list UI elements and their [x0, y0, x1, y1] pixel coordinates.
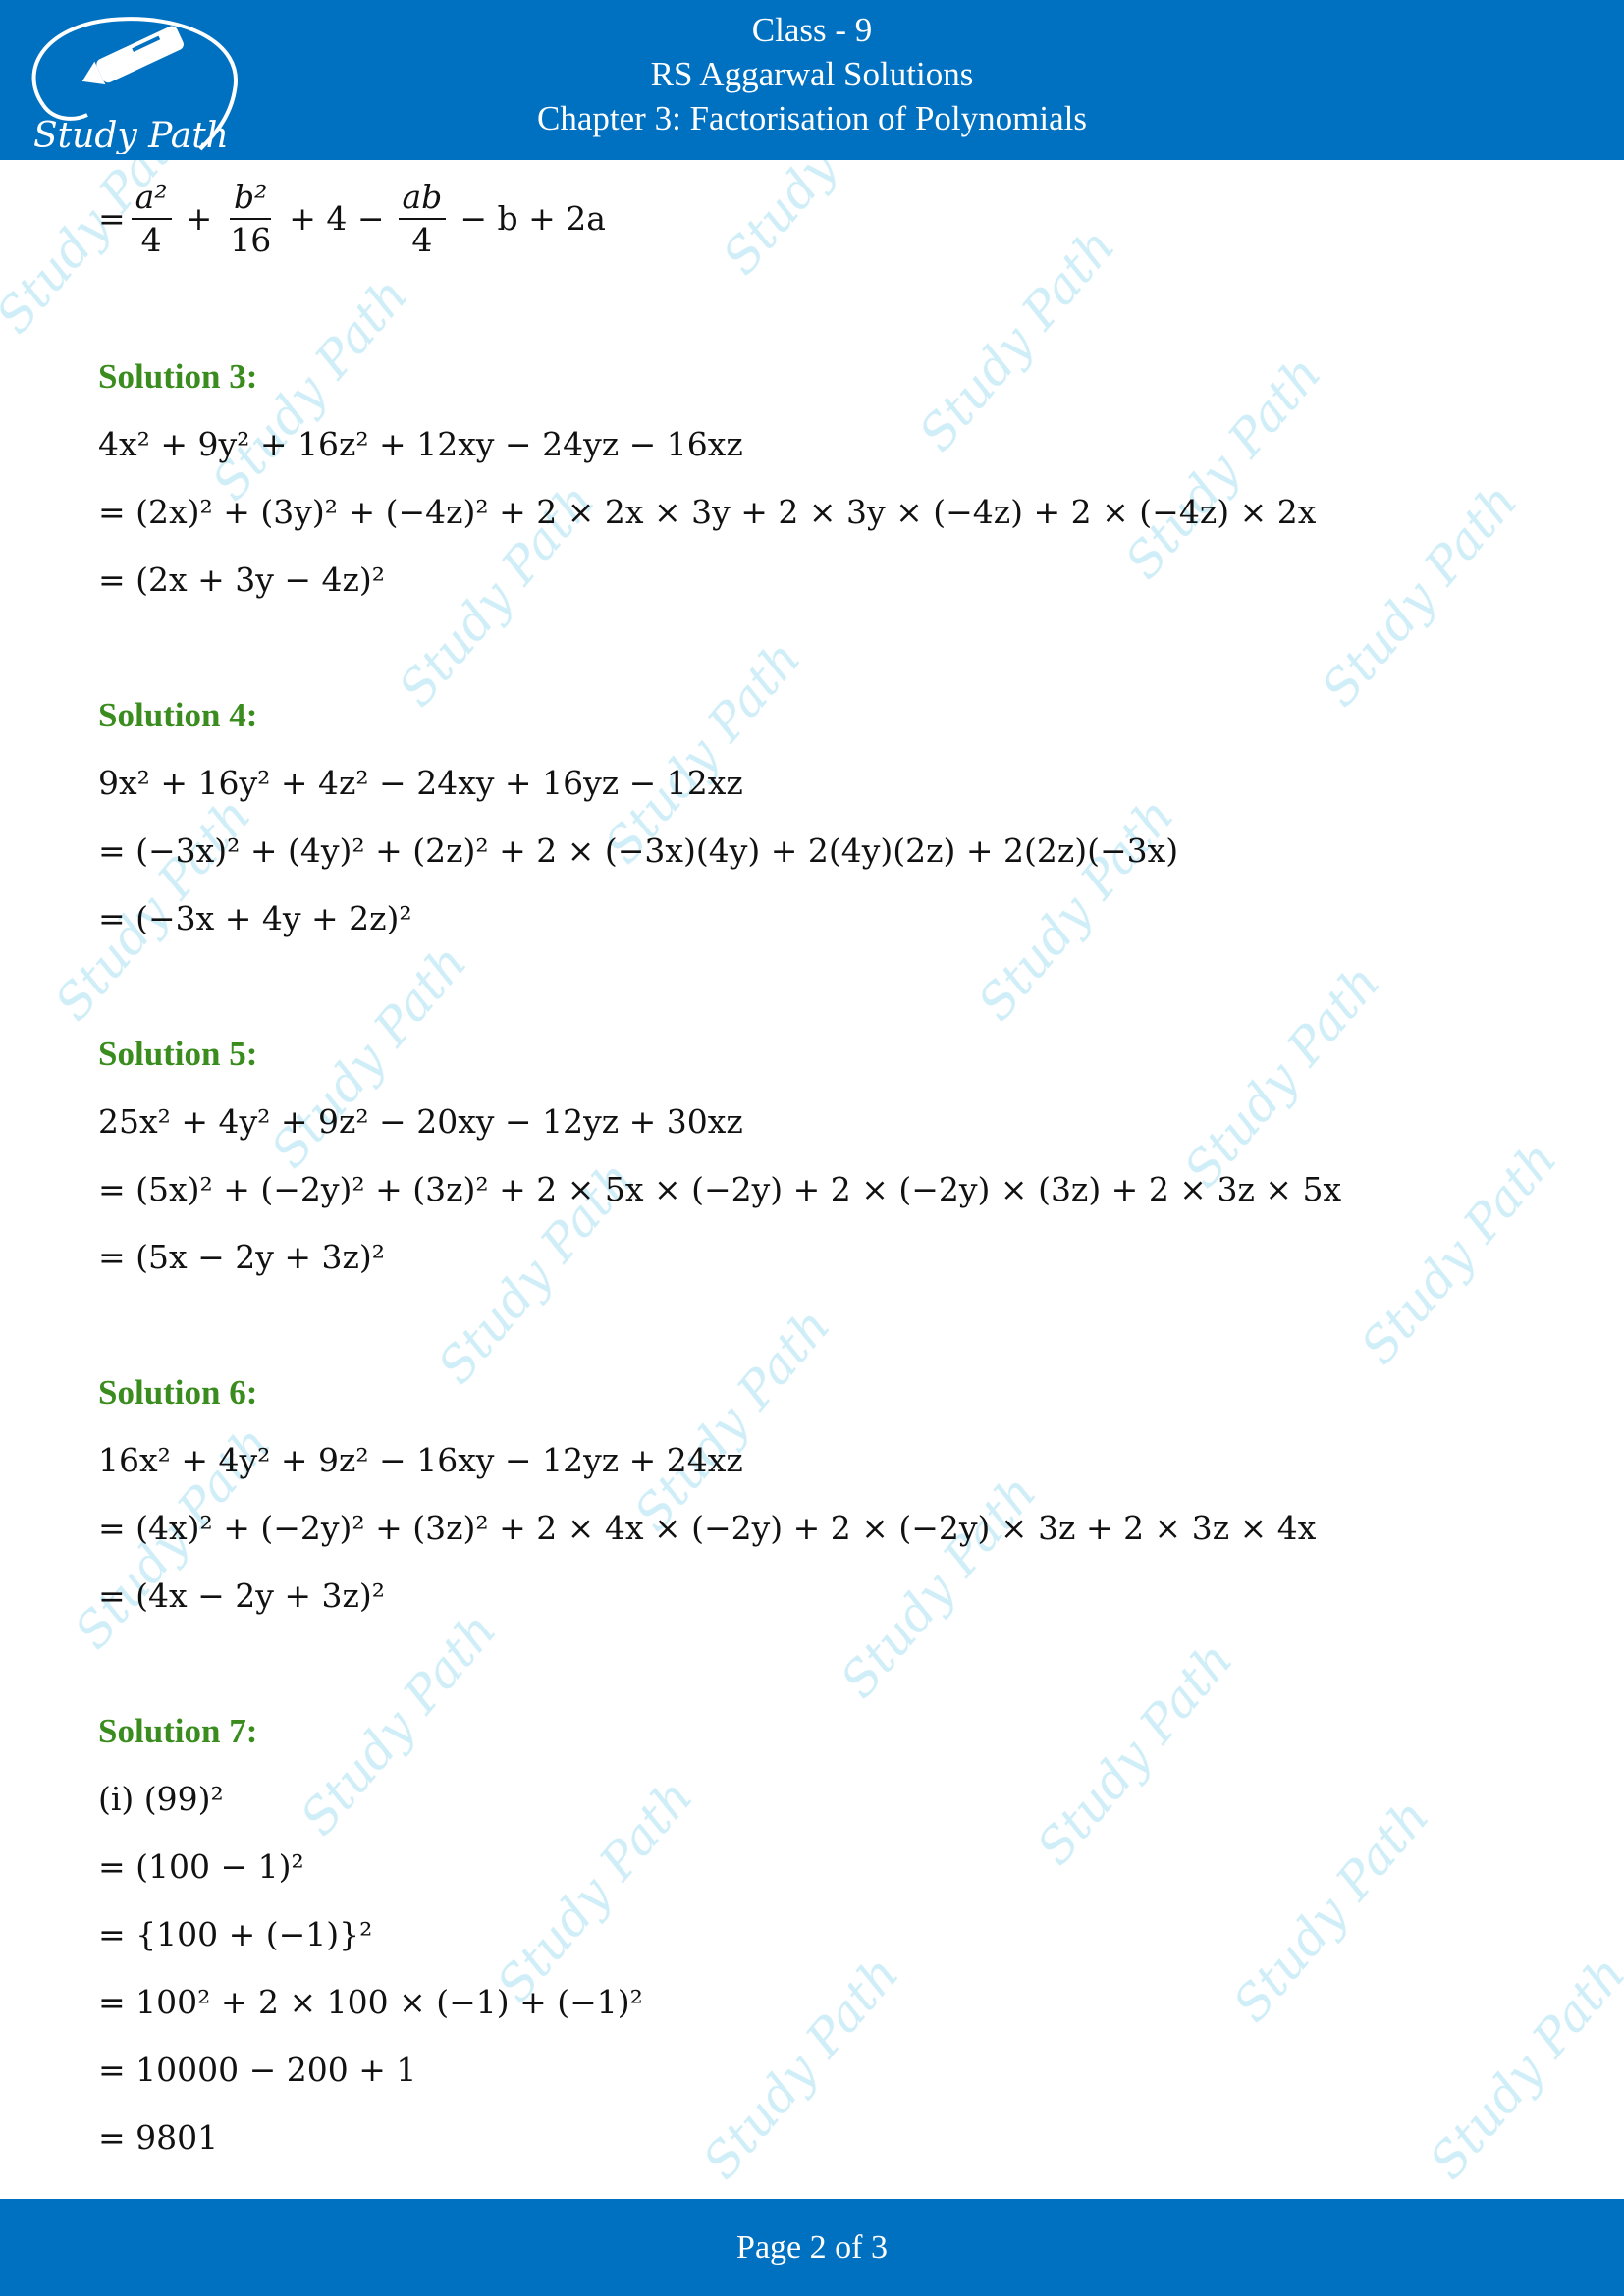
chapter-title: Chapter 3: Factorisation of Polynomials	[537, 99, 1087, 137]
solution-heading: Solution 5:	[98, 1035, 258, 1073]
equation-line: = 100² + 2 × 100 × (−1) + (−1)²	[98, 1983, 643, 2021]
solution-heading: Solution 6:	[98, 1373, 258, 1412]
fraction-b2-over-16: b² 16	[230, 177, 272, 259]
equation-line: = (−3x)² + (4y)² + (2z)² + 2 × (−3x)(4y)…	[98, 831, 1179, 870]
svg-text:Study Path: Study Path	[33, 116, 229, 154]
equation-line: = (2x + 3y − 4z)²	[98, 561, 386, 599]
equation-line: 25x² + 4y² + 9z² − 20xy − 12yz + 30xz	[98, 1102, 743, 1141]
study-path-logo: Study Path	[31, 17, 239, 154]
carryover-expression: = a² 4 + b² 16 + 4 − ab 4 − b + 2a	[98, 177, 606, 261]
equation-line: = (2x)² + (3y)² + (−4z)² + 2 × 2x × 3y +…	[98, 493, 1317, 531]
equation-line: 4x² + 9y² + 16z² + 12xy − 24yz − 16xz	[98, 425, 743, 463]
page-header: Study Path Class - 9 RS Aggarwal Solutio…	[0, 0, 1624, 160]
class-label: Class - 9	[751, 11, 873, 49]
equation-line: = {100 + (−1)}²	[98, 1915, 373, 1953]
equation-line: = (−3x + 4y + 2z)²	[98, 899, 412, 937]
solution-heading: Solution 3:	[98, 357, 258, 396]
fraction-ab-over-4: ab 4	[398, 177, 447, 261]
equation-line: = (4x)² + (−2y)² + (3z)² + 2 × 4x × (−2y…	[98, 1509, 1317, 1547]
page-number: Page 2 of 3	[736, 2229, 888, 2266]
equation-line: = (5x)² + (−2y)² + (3z)² + 2 × 5x × (−2y…	[98, 1170, 1342, 1208]
fraction-a2-over-4: a² 4	[131, 177, 172, 261]
equation-line: = (4x − 2y + 3z)²	[98, 1576, 386, 1615]
solution-heading: Solution 4:	[98, 696, 258, 734]
equation-line: (i) (99)²	[98, 1780, 224, 1818]
solutions-content: = a² 4 + b² 16 + 4 − ab 4 − b + 2a Solut…	[98, 162, 1551, 2171]
equation-line: = (5x − 2y + 3z)²	[98, 1238, 386, 1276]
equation-line: 16x² + 4y² + 9z² − 16xy − 12yz + 24xz	[98, 1441, 743, 1479]
equation-line: 9x² + 16y² + 4z² − 24xy + 16yz − 12xz	[98, 764, 743, 802]
equals-sign: =	[98, 199, 126, 238]
page-footer: Page 2 of 3	[0, 2199, 1624, 2296]
solution-heading: Solution 7:	[98, 1712, 258, 1750]
equation-line: = 9801	[98, 2118, 219, 2157]
equation-line: = 10000 − 200 + 1	[98, 2051, 417, 2089]
equation-line: = (100 − 1)²	[98, 1847, 304, 1886]
book-title: RS Aggarwal Solutions	[650, 55, 974, 93]
